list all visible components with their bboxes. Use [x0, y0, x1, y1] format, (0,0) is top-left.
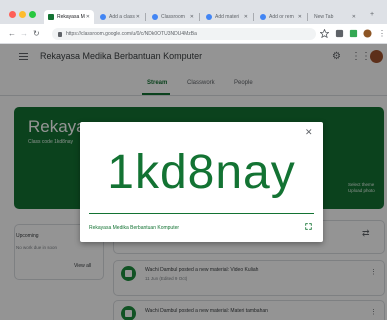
- profile-avatar-icon[interactable]: [363, 29, 372, 38]
- browser-tab[interactable]: Classroom ✕: [148, 10, 198, 24]
- tab-close-icon[interactable]: ✕: [86, 14, 90, 20]
- browser-tab[interactable]: Add a class ✕: [96, 10, 144, 24]
- tab-close-icon[interactable]: ✕: [244, 14, 248, 20]
- google-favicon-icon: [260, 14, 266, 20]
- window-minimize-button[interactable]: [19, 11, 26, 18]
- reload-icon[interactable]: ↻: [33, 29, 40, 39]
- browser-tab-label: Add a class: [109, 14, 135, 20]
- tab-separator: [145, 13, 146, 21]
- class-code-display: 1kd8nay: [107, 146, 296, 199]
- browser-tab[interactable]: Add or rem ✕: [256, 10, 306, 24]
- browser-tab[interactable]: Add materi ✕: [202, 10, 252, 24]
- star-bookmark-icon[interactable]: [320, 29, 329, 38]
- close-icon[interactable]: ✕: [305, 127, 313, 137]
- back-arrow-icon[interactable]: ←: [8, 29, 16, 39]
- extension-icon[interactable]: [335, 29, 344, 38]
- forward-arrow-icon[interactable]: →: [20, 29, 28, 39]
- classroom-favicon-icon: [48, 14, 54, 20]
- url-text: https://classroom.google.com/u/0/c/NDk0O…: [66, 31, 197, 37]
- browser-tab-label: Classroom: [161, 14, 185, 20]
- tab-separator: [199, 13, 200, 21]
- new-tab-plus-icon[interactable]: +: [370, 11, 374, 18]
- google-favicon-icon: [206, 14, 212, 20]
- tab-close-icon[interactable]: ✕: [136, 14, 140, 20]
- dialog-divider: [89, 213, 314, 214]
- tab-separator: [307, 13, 308, 21]
- url-bar[interactable]: https://classroom.google.com/u/0/c/NDk0O…: [52, 28, 316, 40]
- tab-close-icon[interactable]: ✕: [298, 14, 302, 20]
- google-favicon-icon: [152, 14, 158, 20]
- browser-toolbar: ← → ↻ https://classroom.google.com/u/0/c…: [0, 24, 387, 44]
- browser-menu-icon[interactable]: ⋮: [378, 29, 386, 39]
- tab-close-icon[interactable]: ✕: [190, 14, 194, 20]
- class-code-dialog: ✕ 1kd8nay Rekayasa Medika Berbantuan Kom…: [80, 122, 323, 242]
- browser-tab-label: Add or rem: [269, 14, 294, 20]
- browser-tab-active[interactable]: Rekayasa M ✕: [44, 10, 94, 24]
- fullscreen-icon[interactable]: [305, 223, 312, 230]
- browser-tab-label: New Tab: [314, 14, 334, 20]
- lock-icon: [58, 31, 62, 37]
- window-zoom-button[interactable]: [29, 11, 36, 18]
- browser-tab-label: Rekayasa M: [57, 14, 85, 20]
- browser-tab-label: Add materi: [215, 14, 240, 20]
- browser-titlebar: Rekayasa M ✕ Add a class ✕ Classroom ✕ A…: [0, 0, 387, 24]
- dialog-course-name: Rekayasa Medika Berbantuan Komputer: [89, 225, 180, 231]
- window-close-button[interactable]: [9, 11, 16, 18]
- google-favicon-icon: [100, 14, 106, 20]
- browser-tab[interactable]: New Tab ✕: [310, 10, 360, 24]
- tab-separator: [253, 13, 254, 21]
- extension-icon[interactable]: [349, 29, 358, 38]
- tab-close-icon[interactable]: ✕: [352, 14, 356, 20]
